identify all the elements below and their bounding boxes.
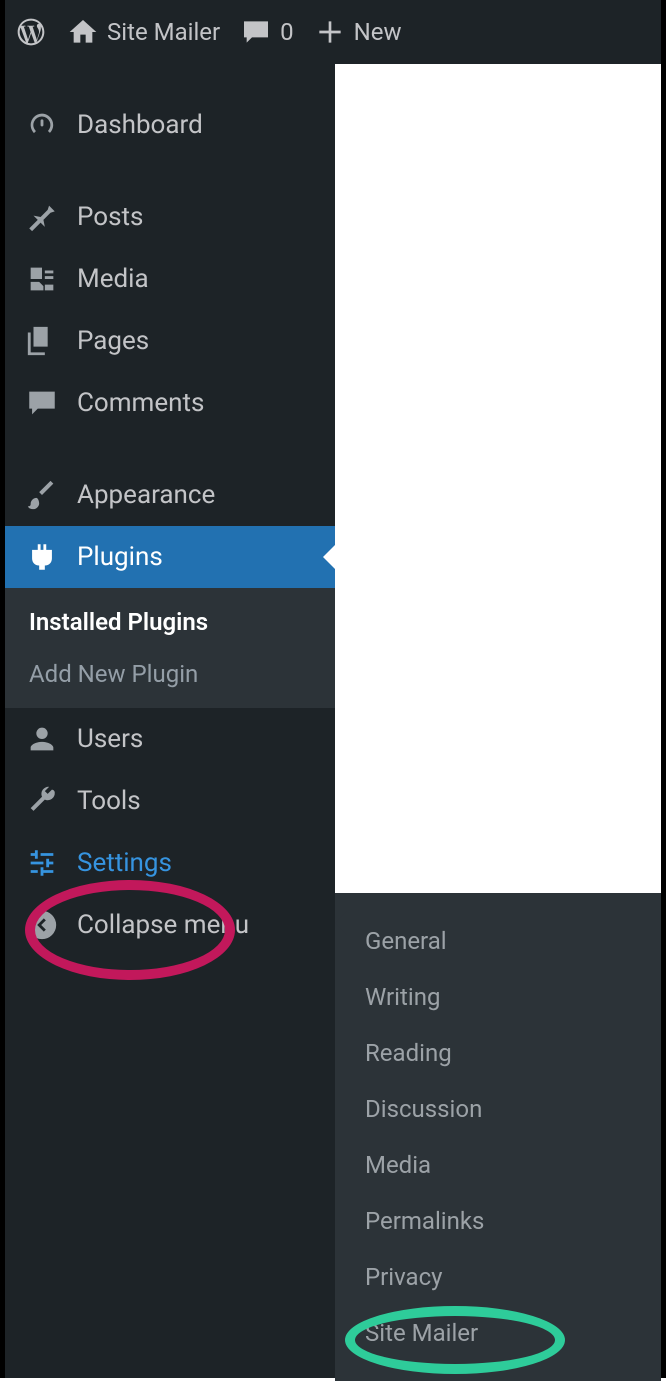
- site-name-label: Site Mailer: [107, 18, 220, 46]
- menu-label: Plugins: [77, 542, 163, 572]
- menu-label: Dashboard: [77, 110, 203, 140]
- comments-link[interactable]: 0: [240, 16, 294, 48]
- sidebar-item-tools[interactable]: Tools: [5, 770, 335, 832]
- media-icon: [25, 262, 59, 296]
- sidebar-item-dashboard[interactable]: Dashboard: [5, 94, 335, 156]
- comments-icon: [25, 386, 59, 420]
- wrench-icon: [25, 784, 59, 818]
- flyout-item-discussion[interactable]: Discussion: [335, 1081, 661, 1137]
- admin-toolbar: Site Mailer 0 New: [5, 0, 661, 64]
- menu-label: Media: [77, 264, 149, 294]
- new-label: New: [354, 18, 402, 46]
- plugin-icon: [25, 540, 59, 574]
- menu-label: Tools: [77, 786, 141, 816]
- sidebar-item-comments[interactable]: Comments: [5, 372, 335, 434]
- flyout-item-reading[interactable]: Reading: [335, 1025, 661, 1081]
- sidebar-item-plugins[interactable]: Plugins: [5, 526, 335, 588]
- comment-icon: [240, 16, 272, 48]
- sidebar-item-appearance[interactable]: Appearance: [5, 464, 335, 526]
- flyout-item-writing[interactable]: Writing: [335, 969, 661, 1025]
- flyout-item-privacy[interactable]: Privacy: [335, 1249, 661, 1305]
- sidebar-collapse-menu[interactable]: Collapse menu: [5, 894, 335, 956]
- wordpress-icon: [15, 16, 47, 48]
- submenu-installed-plugins[interactable]: Installed Plugins: [5, 596, 335, 648]
- submenu-add-new-plugin[interactable]: Add New Plugin: [5, 648, 335, 700]
- home-icon: [67, 16, 99, 48]
- sidebar-item-settings[interactable]: Settings: [5, 832, 335, 894]
- comments-count: 0: [280, 18, 294, 46]
- dashboard-icon: [25, 108, 59, 142]
- collapse-icon: [25, 908, 59, 942]
- flyout-item-site-mailer[interactable]: Site Mailer: [335, 1305, 661, 1361]
- sidebar-item-media[interactable]: Media: [5, 248, 335, 310]
- sidebar-item-users[interactable]: Users: [5, 708, 335, 770]
- menu-label: Comments: [77, 388, 204, 418]
- menu-label: Pages: [77, 326, 149, 356]
- sidebar-item-pages[interactable]: Pages: [5, 310, 335, 372]
- plus-icon: [314, 16, 346, 48]
- sliders-icon: [25, 846, 59, 880]
- pages-icon: [25, 324, 59, 358]
- menu-label: Collapse menu: [77, 910, 249, 940]
- menu-label: Settings: [77, 848, 172, 878]
- brush-icon: [25, 478, 59, 512]
- admin-sidebar: Dashboard Posts Media Pages Comments App…: [5, 64, 335, 1378]
- sidebar-item-posts[interactable]: Posts: [5, 186, 335, 248]
- menu-label: Posts: [77, 202, 143, 232]
- site-home-link[interactable]: Site Mailer: [67, 16, 220, 48]
- user-icon: [25, 722, 59, 756]
- new-content-link[interactable]: New: [314, 16, 402, 48]
- flyout-item-permalinks[interactable]: Permalinks: [335, 1193, 661, 1249]
- plugins-submenu: Installed Plugins Add New Plugin: [5, 588, 335, 708]
- menu-label: Users: [77, 724, 143, 754]
- flyout-item-general[interactable]: General: [335, 913, 661, 969]
- pin-icon: [25, 200, 59, 234]
- settings-flyout: General Writing Reading Discussion Media…: [335, 893, 661, 1381]
- flyout-item-media[interactable]: Media: [335, 1137, 661, 1193]
- menu-label: Appearance: [77, 480, 215, 510]
- wp-logo[interactable]: [15, 16, 47, 48]
